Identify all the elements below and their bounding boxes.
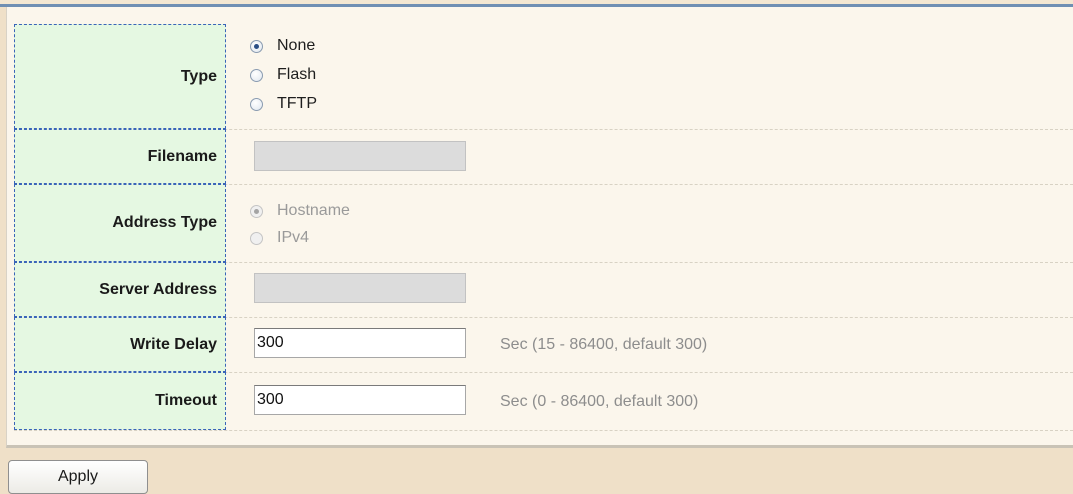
address-type-options: Hostname IPv4 xyxy=(250,184,1073,262)
server-address-input[interactable] xyxy=(254,273,466,303)
row-filename: Filename xyxy=(14,129,1073,185)
row-timeout: Timeout Sec (0 - 86400, default 300) xyxy=(14,372,1073,431)
address-type-label: Address Type xyxy=(112,214,217,231)
filename-value-cell xyxy=(250,129,1073,184)
type-label-cell: Type xyxy=(14,24,226,129)
row-type: Type None Flash TFTP xyxy=(14,24,1073,130)
type-none-label: None xyxy=(277,37,316,54)
write-delay-hint: Sec (15 - 86400, default 300) xyxy=(500,336,708,353)
type-tftp-radio[interactable] xyxy=(250,97,263,111)
type-flash-radio[interactable] xyxy=(250,68,263,82)
hostname-label: Hostname xyxy=(277,202,350,219)
server-address-value-cell xyxy=(250,262,1073,317)
hostname-radio[interactable] xyxy=(250,204,263,218)
timeout-label: Timeout xyxy=(155,392,217,409)
server-address-label: Server Address xyxy=(99,280,217,298)
timeout-label-cell: Timeout xyxy=(14,372,226,430)
type-option-flash[interactable]: Flash xyxy=(250,64,316,86)
type-option-none[interactable]: None xyxy=(250,35,315,57)
filename-label-cell: Filename xyxy=(14,129,226,184)
timeout-input[interactable] xyxy=(254,385,466,415)
type-label: Type xyxy=(180,67,217,85)
server-address-label-cell: Server Address xyxy=(14,262,226,317)
row-server-address: Server Address xyxy=(14,262,1073,318)
ipv4-label: IPv4 xyxy=(277,229,310,246)
ipv4-radio[interactable] xyxy=(250,231,263,245)
type-none-radio[interactable] xyxy=(250,39,263,53)
address-type-option-hostname[interactable]: Hostname xyxy=(250,200,350,222)
row-write-delay: Write Delay Sec (15 - 86400, default 300… xyxy=(14,317,1073,373)
type-tftp-label: TFTP xyxy=(277,95,317,112)
apply-button[interactable]: Apply xyxy=(8,460,148,494)
filename-label: Filename xyxy=(147,147,217,165)
timeout-hint: Sec (0 - 86400, default 300) xyxy=(500,393,699,410)
type-flash-label: Flash xyxy=(277,66,317,83)
write-delay-label-cell: Write Delay xyxy=(14,317,226,372)
type-option-tftp[interactable]: TFTP xyxy=(250,93,317,115)
address-type-label-cell: Address Type xyxy=(14,184,226,262)
row-address-type: Address Type Hostname IPv4 xyxy=(14,184,1073,263)
timeout-value-cell: Sec (0 - 86400, default 300) xyxy=(250,372,1073,430)
address-type-option-ipv4[interactable]: IPv4 xyxy=(250,227,309,249)
write-delay-label: Write Delay xyxy=(130,335,217,353)
type-options: None Flash TFTP xyxy=(250,24,1073,129)
write-delay-value-cell: Sec (15 - 86400, default 300) xyxy=(250,317,1073,372)
filename-input[interactable] xyxy=(254,141,466,171)
write-delay-input[interactable] xyxy=(254,328,466,358)
